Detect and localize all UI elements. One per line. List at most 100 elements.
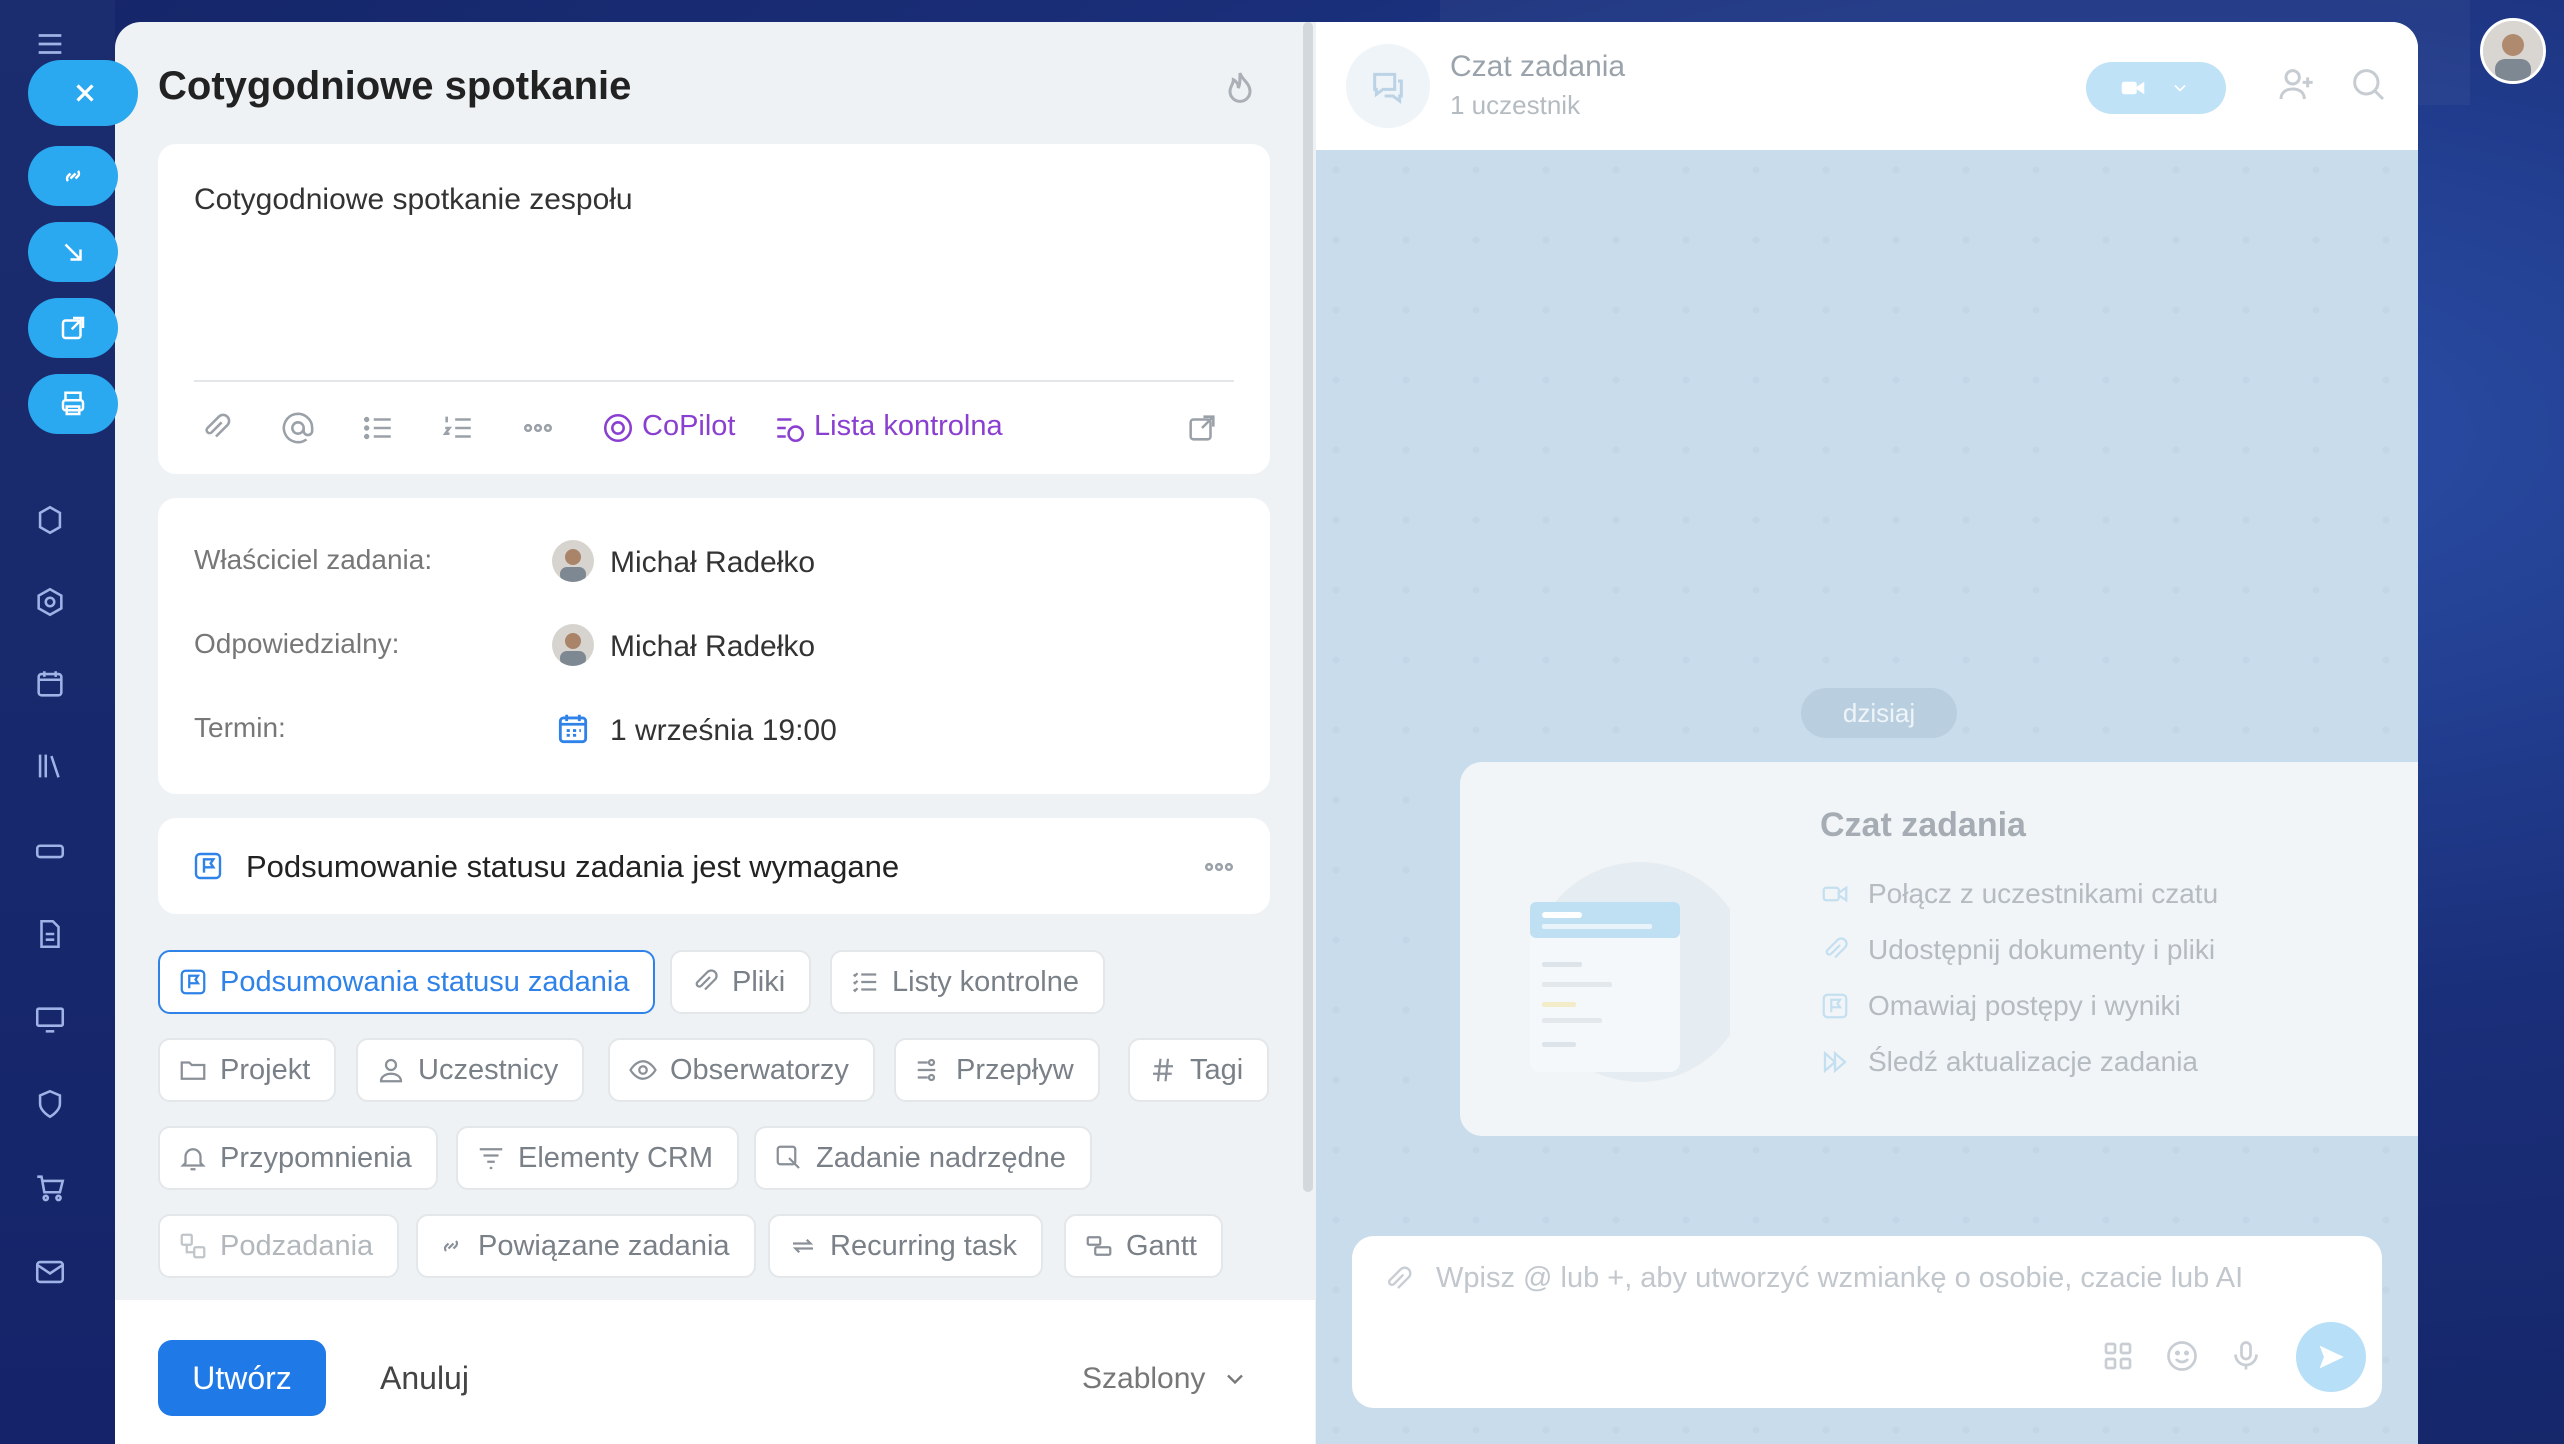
cart-icon[interactable] <box>30 1168 70 1208</box>
fire-icon[interactable] <box>1220 66 1260 110</box>
calendar-icon[interactable] <box>30 664 70 704</box>
message-input[interactable]: Wpisz @ lub +, aby utworzyć wzmiankę o o… <box>1436 1262 2243 1295</box>
open-new-window-button[interactable] <box>28 298 118 358</box>
chip-label: Projekt <box>220 1053 311 1086</box>
menu-icon[interactable] <box>30 24 70 64</box>
chip-label: Listy kontrolne <box>892 965 1079 998</box>
left-rail <box>0 0 115 1444</box>
deadline-label: Termin: <box>194 712 286 743</box>
library-icon[interactable] <box>30 746 70 786</box>
welcome-item: Udostępnij dokumenty i pliki <box>1820 934 2215 966</box>
funnel-icon <box>479 1148 503 1170</box>
owner-value[interactable]: Michał Radełko <box>610 546 815 580</box>
microphone-icon[interactable] <box>2228 1338 2264 1374</box>
responsible-label: Odpowiedzialny: <box>194 628 400 659</box>
chip-subtasks[interactable]: Podzadania <box>158 1214 400 1278</box>
presentation-icon[interactable] <box>30 1000 70 1040</box>
panel-scrollbar[interactable] <box>1303 22 1313 1192</box>
apps-icon[interactable] <box>2100 1338 2136 1374</box>
more-icon[interactable] <box>518 408 558 448</box>
chip-tags[interactable]: Tagi <box>1128 1038 1270 1102</box>
checklist-icon <box>852 972 877 993</box>
bullet-list-icon[interactable] <box>358 408 398 448</box>
description-text[interactable]: Cotygodniowe spotkanie zespołu <box>194 183 633 217</box>
chip-label: Przypomnienia <box>220 1141 412 1174</box>
chip-files[interactable]: Pliki <box>670 950 812 1014</box>
chip-observers[interactable]: Obserwatorzy <box>608 1038 875 1102</box>
add-user-icon[interactable] <box>2276 64 2320 108</box>
attach-icon <box>695 969 718 991</box>
description-divider <box>194 380 1234 382</box>
welcome-item-label: Omawiaj postępy i wyniki <box>1868 990 2181 1021</box>
hash-icon <box>1153 1058 1173 1082</box>
parent-task-icon <box>776 1145 800 1169</box>
search-icon[interactable] <box>2348 64 2392 108</box>
responsible-value[interactable]: Michał Radełko <box>610 630 815 664</box>
link-icon <box>443 1240 459 1252</box>
copy-link-button[interactable] <box>28 146 118 206</box>
ai-icon[interactable] <box>30 500 70 540</box>
hexagon-icon[interactable] <box>30 582 70 622</box>
chip-parent-task[interactable]: Zadanie nadrzędne <box>754 1126 1092 1190</box>
numbered-list-icon[interactable] <box>438 408 478 448</box>
expand-editor-icon[interactable] <box>1182 408 1222 448</box>
chip-label: Pliki <box>732 965 786 998</box>
chip-status-summaries[interactable]: Podsumowania statusu zadania <box>158 950 656 1014</box>
chip-label: Elementy CRM <box>518 1141 713 1174</box>
close-button[interactable] <box>28 60 138 126</box>
chip-flow[interactable]: Przepływ <box>894 1038 1100 1102</box>
cancel-button[interactable]: Anuluj <box>380 1360 469 1397</box>
flag-icon <box>180 969 206 995</box>
emoji-icon[interactable] <box>2164 1338 2200 1374</box>
templates-label: Szablony <box>1082 1362 1206 1395</box>
chip-gantt[interactable]: Gantt <box>1064 1214 1223 1278</box>
date-divider: dzisiaj <box>1801 688 1957 738</box>
chip-reminders[interactable]: Przypomnienia <box>158 1126 438 1190</box>
chip-label: Uczestnicy <box>418 1053 559 1086</box>
chat-illustration-icon <box>1530 862 1730 1082</box>
task-chat-panel: Czat zadania 1 uczestnik dzisiaj Czat za… <box>1316 22 2418 1444</box>
user-avatar[interactable] <box>2480 18 2546 84</box>
message-composer[interactable]: Wpisz @ lub +, aby utworzyć wzmiankę o o… <box>1352 1236 2382 1408</box>
deadline-value[interactable]: 1 września 19:00 <box>610 714 837 748</box>
checklist-icon[interactable] <box>770 408 810 448</box>
minimize-button[interactable] <box>28 222 118 282</box>
welcome-title: Czat zadania <box>1820 806 2026 844</box>
task-title[interactable]: Cotygodniowe spotkanie <box>158 64 631 109</box>
welcome-item: Omawiaj postępy i wyniki <box>1820 990 2181 1022</box>
chat-welcome-card: Czat zadania Połącz z uczestnikami czatu… <box>1460 762 2418 1136</box>
attach-icon[interactable] <box>1382 1264 1414 1296</box>
chat-participants-count[interactable]: 1 uczestnik <box>1450 90 1580 121</box>
copilot-button[interactable]: CoPilot <box>642 410 736 443</box>
checklist-button[interactable]: Lista kontrolna <box>814 410 1003 443</box>
eye-icon <box>629 1060 657 1080</box>
video-camera-icon <box>1822 885 1848 903</box>
chip-checklists[interactable]: Listy kontrolne <box>830 950 1105 1014</box>
templates-dropdown[interactable]: Szablony <box>1082 1362 1249 1396</box>
calendar-icon <box>554 710 594 750</box>
chip-project[interactable]: Projekt <box>158 1038 337 1102</box>
shield-icon[interactable] <box>30 1084 70 1124</box>
subtask-icon <box>180 1233 206 1259</box>
chip-crm[interactable]: Elementy CRM <box>456 1126 739 1190</box>
create-button[interactable]: Utwórz <box>158 1340 326 1416</box>
flag-icon <box>1822 993 1848 1019</box>
mail-icon[interactable] <box>30 1252 70 1292</box>
storage-icon[interactable] <box>30 830 70 870</box>
arrow-down-right-icon <box>64 243 82 261</box>
status-summary-more-icon[interactable] <box>1202 850 1242 884</box>
print-button[interactable] <box>28 374 118 434</box>
bell-icon <box>180 1148 206 1171</box>
chat-header: Czat zadania 1 uczestnik <box>1316 22 2418 150</box>
copilot-icon[interactable] <box>598 408 638 448</box>
send-button[interactable] <box>2296 1322 2366 1392</box>
chip-participants[interactable]: Uczestnicy <box>356 1038 585 1102</box>
chip-recurring[interactable]: Recurring task <box>768 1214 1043 1278</box>
document-icon[interactable] <box>30 914 70 954</box>
chip-label: Przepływ <box>956 1053 1074 1086</box>
repeat-icon <box>792 1238 814 1254</box>
chip-related-tasks[interactable]: Powiązane zadania <box>416 1214 756 1278</box>
attach-icon[interactable] <box>196 408 236 448</box>
video-call-button[interactable] <box>2086 62 2226 114</box>
mention-icon[interactable] <box>278 408 318 448</box>
